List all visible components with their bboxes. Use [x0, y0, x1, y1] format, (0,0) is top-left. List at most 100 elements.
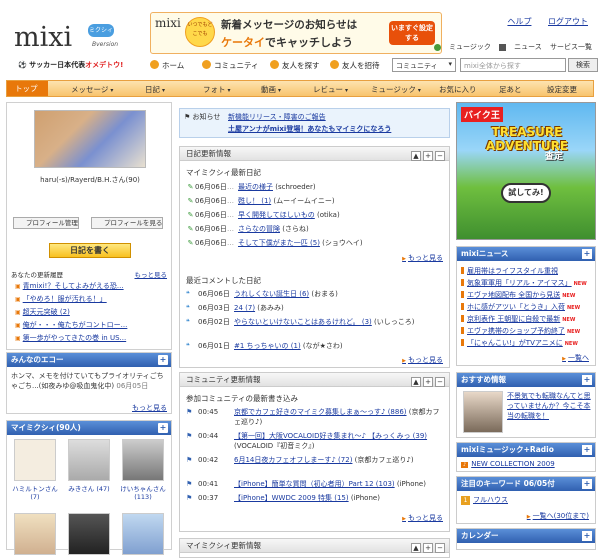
news-item[interactable]: エヴァ地図配布 全国から見送 NEW — [461, 290, 593, 300]
comment-row[interactable]: ❝ 06月01日 #1 ちっちゃいの (1) (なが★さわ) — [186, 341, 448, 353]
collapse-icon[interactable]: − — [435, 543, 445, 553]
nav-invite[interactable]: 友人を招待 — [330, 60, 380, 71]
keyword-more-link[interactable]: 一覧へ(30位まで) — [527, 511, 589, 521]
friend-card[interactable] — [65, 513, 113, 557]
service-music[interactable]: ミュージック — [434, 43, 491, 51]
history-item[interactable]: ▣ 「やめろ！服が汚れる！」 — [15, 294, 167, 304]
news-item[interactable]: 雇用帯はライフスタイル重視 — [461, 266, 593, 276]
news-item[interactable]: 気象軍軍用「リアル・アイマス」 NEW — [461, 278, 593, 288]
profile-photo[interactable] — [34, 110, 146, 168]
friend-card[interactable]: ハミルトンさん (7) — [11, 439, 59, 501]
news-item[interactable]: 京利表作 王朝聖に自殺で最新 NEW — [461, 314, 593, 324]
move-up-icon[interactable]: ▲ — [411, 151, 421, 161]
friend-card[interactable] — [11, 513, 59, 557]
echo-more-link[interactable]: もっと見る — [132, 403, 167, 413]
community-row[interactable]: ⚑ 00:42 6月14日夜カフェオフしまーす♪ (72) (京都カフェ巡り♪) — [186, 455, 448, 477]
mixi-logo[interactable]: mixi — [14, 22, 72, 53]
avatar[interactable] — [68, 513, 110, 555]
service-news[interactable]: ニュース — [499, 43, 542, 51]
nav-community[interactable]: コミュニティ — [202, 60, 259, 71]
comment-row[interactable]: ❝ 06月06日 うれしくない誕生日 (6) (おまる) — [186, 289, 448, 301]
keyword-item[interactable]: 1 フルハウス — [461, 495, 593, 505]
news-item-label: 気象軍軍用「リアル・アイマス」 — [467, 279, 572, 287]
write-diary-button[interactable]: 日記を書く — [49, 243, 131, 258]
collapse-icon[interactable]: − — [435, 151, 445, 161]
collapse-icon[interactable]: − — [435, 377, 445, 387]
tab-footprints[interactable]: 足あと — [499, 84, 522, 95]
tab-message[interactable]: メッセージ ▾ — [71, 84, 113, 95]
search-input[interactable]: mixi全体から探す — [460, 58, 566, 72]
diary-more-link[interactable]: もっと見る — [402, 253, 443, 263]
tab-settings[interactable]: 設定変更 — [547, 84, 577, 95]
diary-row[interactable]: ✎ 06月06日… 最近の様子 (schroeder) — [186, 181, 448, 193]
recommend-link[interactable]: 不景気でも転職なんてと思っていませんか？今こそ本当の転職を！ — [507, 391, 593, 421]
history-item[interactable]: ▣ 超天元突破 (2) — [15, 307, 167, 317]
comment-title: 24 (7) — [234, 304, 256, 312]
comment-row[interactable]: ❝ 06月02日 やらないといけないことはあるけれど。 (3) (いしっころ) — [186, 317, 448, 339]
expand-icon[interactable]: + — [582, 249, 592, 259]
nav-find-friends[interactable]: 友人を探す — [270, 60, 320, 71]
announcement-link[interactable]: 土屋アンナがmixi登場！あなたもマイミクになろう — [228, 124, 391, 134]
expand-icon[interactable]: + — [582, 375, 592, 385]
move-up-icon[interactable]: ▲ — [411, 543, 421, 553]
avatar[interactable] — [68, 439, 110, 481]
tab-video[interactable]: 動画 ▾ — [261, 84, 281, 95]
music-item[interactable]: ♪ NEW COLLECTION 2009 — [461, 460, 593, 468]
mobile-banner[interactable]: mixi いつでもどこでも 新着メッセージのお知らせは ケータイでキャッチしよう… — [150, 12, 442, 54]
expand-icon[interactable]: + — [423, 151, 433, 161]
expand-icon[interactable]: + — [582, 445, 592, 455]
expand-icon[interactable]: + — [158, 355, 168, 365]
expand-icon[interactable]: + — [582, 479, 592, 489]
ad-banner[interactable]: バイク王 TREASURE ADVENTURE 査定 試してみ! — [456, 102, 596, 240]
history-item[interactable]: ▣ 俺が・・・俺たちがコントロー... — [15, 320, 167, 330]
tab-favorites[interactable]: お気に入り — [439, 84, 477, 95]
community-row[interactable]: ⚑ 00:41 【iPhone】簡単な質問（初心者用）Part 12 (103) (… — [186, 479, 448, 491]
news-item[interactable]: エヴァ携帯のショップ予約終了 NEW — [461, 326, 593, 336]
search-button[interactable]: 検索 — [568, 58, 598, 72]
expand-icon[interactable]: + — [158, 423, 168, 433]
tab-review[interactable]: レビュー ▾ — [313, 84, 348, 95]
tab-music[interactable]: ミュージック ▾ — [371, 84, 421, 95]
profile-view-button[interactable]: プロフィールを見る — [91, 217, 164, 229]
diary-row[interactable]: ✎ 06月06日… 甦し！ (1) (ムーイームイニー) — [186, 195, 448, 207]
logout-link[interactable]: ログアウト — [548, 17, 588, 26]
search-scope-select[interactable]: コミュニティ — [392, 58, 456, 72]
avatar[interactable] — [122, 513, 164, 555]
diary-row[interactable]: ✎ 06月06日… 早く開発してほしいもの (otika) — [186, 209, 448, 221]
comments-more-link[interactable]: もっと見る — [402, 355, 443, 365]
expand-icon[interactable]: + — [423, 377, 433, 387]
profile-manage-button[interactable]: プロフィール管理 — [13, 217, 79, 229]
move-up-icon[interactable]: ▲ — [411, 377, 421, 387]
community-row[interactable]: ⚑ 00:44 【第一回】大阪VOCALOID好き集まれ～♪ 【みっくみっ (39)… — [186, 431, 448, 453]
avatar[interactable] — [122, 439, 164, 481]
history-item[interactable]: ▣ 青mixi!？そしてよみがえる恐... — [15, 281, 167, 291]
community-row[interactable]: ⚑ 00:45 京都でカフェ好きのマイミク募集しまぁ～っす♪ (886) (京都カフ… — [186, 407, 448, 429]
news-item[interactable]: ホに感がアツい「とうき」入荷 NEW — [461, 302, 593, 312]
tab-photo[interactable]: フォト ▾ — [203, 84, 231, 95]
comment-row[interactable]: ❝ 06月03日 24 (7) (あみみ) — [186, 303, 448, 315]
ad-try-button[interactable]: 試してみ! — [501, 183, 551, 203]
service-list[interactable]: サービス一覧 — [550, 43, 592, 51]
avatar[interactable] — [14, 439, 56, 481]
avatar[interactable] — [14, 513, 56, 555]
announcement-link[interactable]: 新機能リリース・障害のご報告 — [228, 112, 326, 122]
friend-card[interactable] — [119, 513, 167, 557]
nav-home[interactable]: ホーム — [150, 60, 184, 71]
diary-row[interactable]: ✎ 06月06日… さらなの冒険 (さらね) — [186, 223, 448, 235]
community-more-link[interactable]: もっと見る — [402, 513, 443, 523]
news-item[interactable]: 「にゃんこい!」がTVアニメに NEW — [461, 338, 593, 348]
history-item[interactable]: ▣ 第一歩がやってきたの巻 in US... — [15, 333, 167, 343]
help-link[interactable]: ヘルプ — [507, 17, 531, 26]
friend-card[interactable]: けいちゃんさん (113) — [119, 439, 167, 501]
tab-top[interactable]: トップ — [7, 81, 48, 96]
community-row[interactable]: ⚑ 00:37 【iPhone】WWDC 2009 特集 (15) (iPhone) — [186, 493, 448, 505]
mixi-news-more-link[interactable]: 一覧へ — [562, 353, 589, 363]
sponsor-text[interactable]: ⚽ サッカー日本代表オメデトウ! — [18, 60, 123, 70]
tab-diary[interactable]: 日記 ▾ — [145, 84, 165, 95]
recommend-image[interactable] — [463, 391, 503, 433]
expand-icon[interactable]: + — [582, 531, 592, 541]
friend-card[interactable]: みきさん (47) — [65, 439, 113, 493]
expand-icon[interactable]: + — [423, 543, 433, 553]
diary-row[interactable]: ✎ 06月06日… そして下僕がまた一匹 (5) (ショウヘイ) — [186, 237, 448, 249]
history-more-link[interactable]: もっと見る — [135, 269, 168, 279]
